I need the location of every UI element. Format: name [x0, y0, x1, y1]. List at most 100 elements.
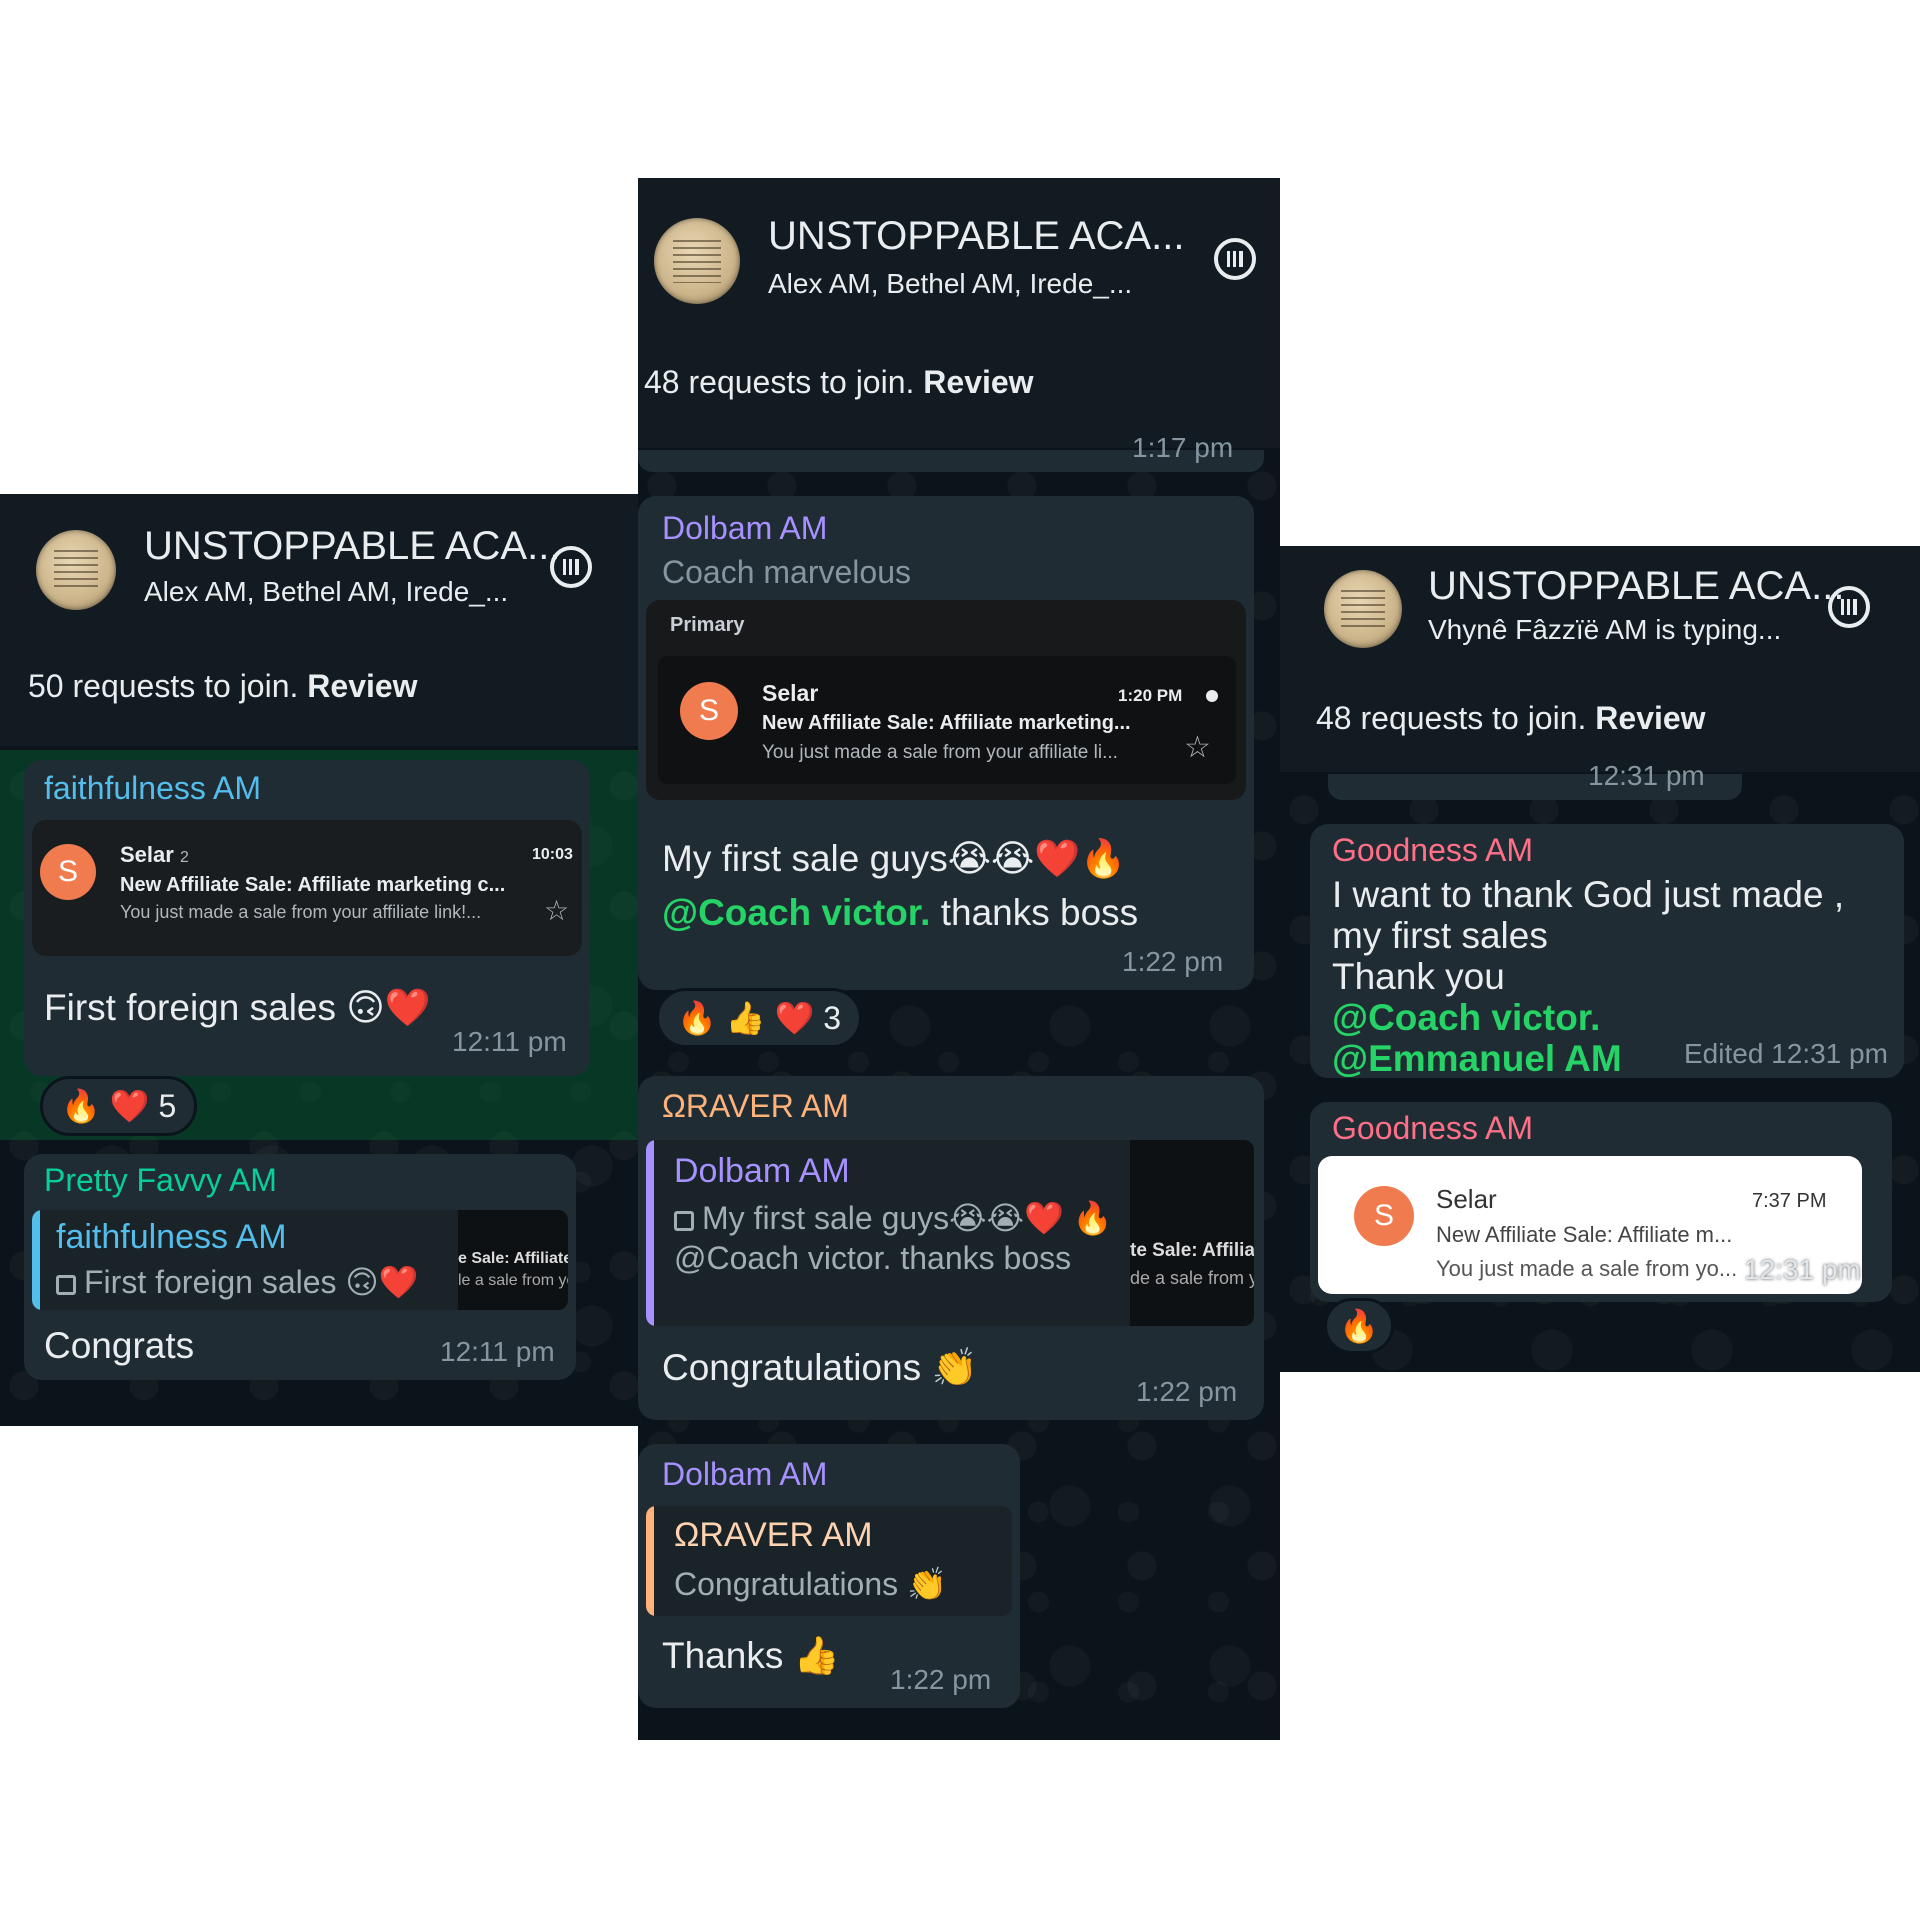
quoted-sender: faithfulness AM — [56, 1218, 287, 1256]
group-avatar[interactable] — [36, 530, 116, 610]
sender-name[interactable]: Dolbam AM — [662, 1456, 827, 1493]
sender-name[interactable]: Goodness AM — [1332, 832, 1533, 869]
review-link[interactable]: Review — [1595, 700, 1705, 736]
reaction-pill[interactable]: 🔥 ❤️ 5 — [40, 1076, 198, 1136]
quote-bar — [32, 1210, 40, 1310]
quote-bar — [646, 1506, 654, 1616]
quoted-sender: ΩRAVER AM — [674, 1516, 873, 1554]
email-time: 10:03 — [532, 846, 573, 863]
message-line: My first sale guys😭😭❤️🔥 — [662, 838, 1127, 879]
message-time: 12:31 pm — [1588, 760, 1705, 791]
join-requests-bar[interactable]: 48 requests to join. Review — [1280, 668, 1920, 772]
image-icon — [674, 1210, 694, 1231]
thumbnail-text: de a sale from y — [1130, 1268, 1254, 1288]
quoted-reply[interactable]: ΩRAVER AM Congratulations 👏 — [646, 1506, 1012, 1616]
message-text: Congratulations 👏 — [662, 1347, 978, 1388]
time-pill: 12:31 pm — [1328, 760, 1742, 800]
join-requests-bar[interactable]: 50 requests to join. Review — [0, 630, 638, 746]
message-time: 1:22 pm — [1122, 946, 1224, 977]
email-screenshot[interactable]: S Selar 2 10:03 New Affiliate Sale: Affi… — [32, 820, 582, 956]
unread-dot-icon — [1206, 690, 1218, 702]
email-from: Selar — [762, 680, 819, 706]
right-chat-panel: UNSTOPPABLE ACA... Vhynê Fâzzïë AM is ty… — [1280, 546, 1920, 1372]
email-row[interactable]: S Selar 1:20 PM New Affiliate Sale: Affi… — [658, 656, 1236, 784]
group-title: UNSTOPPABLE ACA... — [1428, 564, 1845, 608]
email-time: 1:20 PM — [1118, 686, 1183, 705]
thumbnail-text: le a sale from yo — [458, 1272, 568, 1289]
sender-name[interactable]: Dolbam AM — [662, 510, 827, 547]
message-line: Thank you — [1332, 956, 1505, 997]
message-time: Edited 12:31 pm — [1684, 1038, 1888, 1069]
email-preview: You just made a sale from your affiliate… — [120, 902, 482, 922]
email-subject: New Affiliate Sale: Affiliate m... — [1436, 1222, 1733, 1247]
email-preview: You just made a sale from your affiliate… — [762, 742, 1118, 763]
reaction-pill[interactable]: 🔥 — [1324, 1298, 1394, 1354]
group-avatar[interactable] — [654, 218, 740, 304]
sender-name[interactable]: ΩRAVER AM — [662, 1088, 849, 1125]
email-screenshot[interactable]: Primary S Selar 1:20 PM New Affiliate Sa… — [646, 600, 1246, 800]
mention-link[interactable]: @Coach victor. — [1332, 997, 1892, 1038]
message-bubble[interactable]: Dolbam AM ΩRAVER AM Congratulations 👏 Th… — [638, 1444, 1020, 1708]
message-text: My first sale guys😭😭❤️🔥 @Coach victor. t… — [662, 832, 1242, 940]
message-time: 1:22 pm — [1136, 1376, 1238, 1407]
image-caption: Coach marvelous — [662, 554, 911, 590]
image-icon — [56, 1274, 76, 1295]
group-title: UNSTOPPABLE ACA... — [768, 214, 1185, 258]
review-link[interactable]: Review — [307, 668, 417, 704]
middle-chat-panel: UNSTOPPABLE ACA... Alex AM, Bethel AM, I… — [638, 178, 1280, 1740]
message-bubble[interactable]: Goodness AM S Selar 7:37 PM New Affiliat… — [1310, 1102, 1892, 1302]
reaction-pill[interactable]: 🔥 👍 ❤️ 3 — [656, 988, 862, 1048]
left-chat-panel: UNSTOPPABLE ACA... Alex AM, Bethel AM, I… — [0, 494, 638, 1426]
sender-name[interactable]: Pretty Favvy AM — [44, 1162, 277, 1199]
chat-header[interactable]: UNSTOPPABLE ACA... Alex AM, Bethel AM, I… — [0, 494, 638, 631]
message-time: 12:31 pm — [1744, 1254, 1861, 1285]
message-bubble[interactable]: ΩRAVER AM Dolbam AM My first sale guys😭😭… — [638, 1076, 1264, 1420]
email-time: 7:37 PM — [1752, 1190, 1827, 1212]
join-requests-text: 50 requests to join. — [28, 668, 299, 704]
group-avatar[interactable] — [1324, 570, 1402, 648]
chat-header[interactable]: UNSTOPPABLE ACA... Vhynê Fâzzïë AM is ty… — [1280, 546, 1920, 669]
quoted-thumbnail: e Sale: Affiliate le a sale from yo — [458, 1210, 568, 1310]
quoted-reply[interactable]: faithfulness AM First foreign sales 🙃❤️ … — [32, 1210, 568, 1310]
quoted-sender: Dolbam AM — [674, 1152, 850, 1190]
sender-avatar: S — [1354, 1186, 1414, 1246]
quoted-text: Congratulations 👏 — [674, 1566, 947, 1602]
chat-header[interactable]: UNSTOPPABLE ACA... Alex AM, Bethel AM, I… — [638, 178, 1280, 327]
message-bubble[interactable]: Goodness AM I want to thank God just mad… — [1310, 824, 1904, 1079]
message-bubble[interactable]: Pretty Favvy AM faithfulness AM First fo… — [24, 1154, 576, 1380]
email-tab-label: Primary — [670, 614, 745, 636]
message-time: 12:11 pm — [440, 1336, 555, 1367]
quote-bar — [646, 1140, 654, 1326]
quoted-reply[interactable]: Dolbam AM My first sale guys😭😭❤️ 🔥 @Coac… — [646, 1140, 1254, 1326]
message-text: First foreign sales 🙃❤️ — [44, 987, 431, 1028]
sender-avatar: S — [40, 844, 96, 900]
thumbnail-text: te Sale: Affilia — [1130, 1240, 1254, 1261]
voice-chat-icon[interactable] — [1828, 586, 1870, 628]
star-icon: ☆ — [544, 895, 570, 926]
email-screenshot[interactable]: S Selar 7:37 PM New Affiliate Sale: Affi… — [1318, 1156, 1862, 1294]
message-bubble[interactable]: Dolbam AM Coach marvelous Primary S Sela… — [638, 496, 1254, 990]
join-requests-bar[interactable]: 48 requests to join. Review — [638, 326, 1280, 448]
group-title: UNSTOPPABLE ACA... — [144, 524, 561, 568]
join-requests-text: 48 requests to join. — [644, 364, 915, 400]
message-line: my first sales — [1332, 915, 1548, 956]
voice-chat-icon[interactable] — [550, 546, 592, 588]
email-subject: New Affiliate Sale: Affiliate marketing.… — [762, 712, 1131, 734]
review-link[interactable]: Review — [923, 364, 1033, 400]
message-line: I want to thank God just made , — [1332, 874, 1845, 915]
voice-chat-icon[interactable] — [1214, 238, 1256, 280]
sender-name[interactable]: faithfulness AM — [44, 770, 261, 807]
message-time: 1:22 pm — [890, 1664, 992, 1695]
quoted-thumbnail: te Sale: Affilia de a sale from y — [1130, 1140, 1254, 1326]
email-from: Selar — [1436, 1184, 1497, 1214]
mention-link[interactable]: @Coach victor. — [662, 892, 930, 933]
email-subject: New Affiliate Sale: Affiliate marketing … — [120, 874, 506, 896]
quoted-text: First foreign sales 🙃❤️ — [56, 1262, 419, 1302]
group-members: Alex AM, Bethel AM, Irede_... — [144, 576, 509, 607]
join-requests-text: 48 requests to join. — [1316, 700, 1587, 736]
message-time: 12:11 pm — [452, 1026, 567, 1057]
sender-name[interactable]: Goodness AM — [1332, 1110, 1533, 1147]
message-bubble[interactable]: faithfulness AM S Selar 2 10:03 New Affi… — [24, 760, 590, 1076]
email-from: Selar 2 — [120, 842, 189, 867]
time-pill: 1:17 pm — [638, 432, 1264, 472]
